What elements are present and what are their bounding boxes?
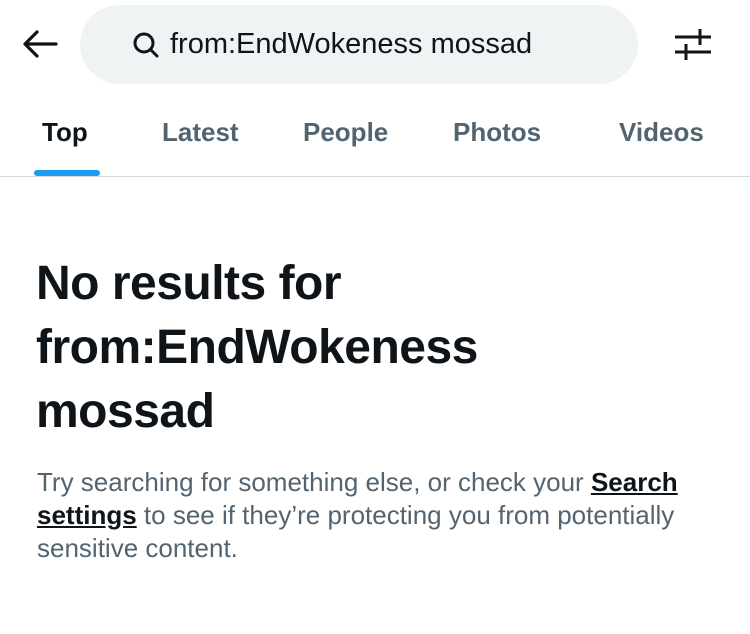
empty-state-title-line: from:EndWokeness	[36, 321, 478, 374]
empty-state-desc-prefix: Try searching for something else, or che…	[37, 467, 591, 497]
search-query-text: from:EndWokeness mossad	[170, 28, 533, 60]
tab-videos[interactable]: Videos	[619, 88, 704, 176]
active-tab-indicator	[34, 170, 100, 176]
search-icon	[130, 29, 162, 61]
empty-state-title: No results for from:EndWokeness mossad	[36, 252, 726, 444]
tab-latest[interactable]: Latest	[162, 88, 239, 176]
top-bar: from:EndWokeness mossad	[0, 0, 750, 88]
tab-photos[interactable]: Photos	[453, 88, 541, 176]
search-filter-button[interactable]	[668, 22, 718, 66]
tab-people[interactable]: People	[303, 88, 388, 176]
empty-state-title-line: mossad	[36, 385, 215, 438]
sliders-icon	[675, 29, 711, 60]
search-tabs: Top Latest People Photos Videos	[0, 88, 750, 177]
tab-top[interactable]: Top	[42, 88, 88, 176]
arrow-left-icon	[23, 30, 58, 58]
search-input[interactable]: from:EndWokeness mossad	[80, 5, 638, 84]
empty-state-description: Try searching for something else, or che…	[37, 466, 737, 565]
empty-state-title-line: No results for	[36, 257, 342, 310]
back-button[interactable]	[18, 22, 62, 66]
